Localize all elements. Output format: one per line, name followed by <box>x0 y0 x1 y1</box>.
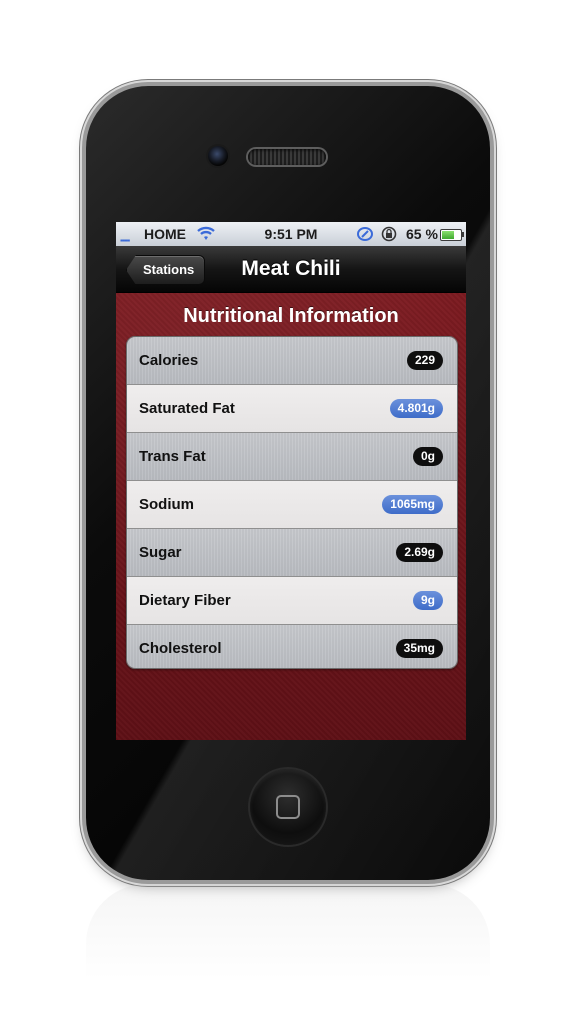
battery-icon <box>440 229 462 241</box>
row-label: Cholesterol <box>139 640 222 657</box>
table-row: Calories 229 <box>127 337 457 385</box>
row-label: Trans Fat <box>139 448 206 465</box>
carrier-name: HOME <box>144 226 186 242</box>
content-area: Nutritional Information Calories 229 Sat… <box>116 293 466 740</box>
table-row: Sugar 2.69g <box>127 529 457 577</box>
status-bar: ▪▪▪▪▪ HOME 9:51 PM 65 % <box>116 222 466 246</box>
table-row: Saturated Fat 4.801g <box>127 385 457 433</box>
home-button[interactable] <box>250 769 326 845</box>
phone-reflection <box>86 884 490 1004</box>
wifi-icon <box>196 224 216 245</box>
section-title: Nutritional Information <box>183 305 399 327</box>
value-badge: 229 <box>406 351 443 370</box>
nutrition-table: Calories 229 Saturated Fat 4.801g Trans … <box>126 336 458 669</box>
battery-percent: 65 % <box>406 226 438 242</box>
value-badge: 1065mg <box>382 495 443 514</box>
home-square-icon <box>276 795 300 819</box>
table-row: Cholesterol 35mg <box>127 625 457 668</box>
screenshot-stage: ▪▪▪▪▪ HOME 9:51 PM 65 % Stations Meat Ch… <box>0 0 576 1022</box>
value-badge: 35mg <box>395 639 443 658</box>
page-title: Meat Chili <box>241 257 341 280</box>
battery-fill <box>442 231 454 239</box>
table-row: Trans Fat 0g <box>127 433 457 481</box>
value-badge: 4.801g <box>389 399 443 418</box>
navigation-bar: Stations Meat Chili <box>116 246 466 293</box>
front-camera-icon <box>208 146 228 166</box>
sync-icon <box>356 226 374 245</box>
value-badge: 2.69g <box>396 543 443 562</box>
row-label: Calories <box>139 352 199 369</box>
table-row: Sodium 1065mg <box>127 481 457 529</box>
value-badge: 0g <box>412 447 443 466</box>
phone-screen: ▪▪▪▪▪ HOME 9:51 PM 65 % Stations Meat Ch… <box>116 222 466 740</box>
battery-tip <box>462 232 464 237</box>
status-time: 9:51 PM <box>264 226 318 242</box>
row-label: Sugar <box>139 544 182 561</box>
orientation-lock-icon <box>380 226 398 245</box>
back-button-stations[interactable]: Stations <box>126 255 206 285</box>
row-label: Dietary Fiber <box>139 592 231 609</box>
row-label: Sodium <box>139 496 194 513</box>
signal-bars-icon: ▪▪▪▪▪ <box>120 236 130 245</box>
earpiece-speaker <box>248 149 326 165</box>
table-row: Dietary Fiber 9g <box>127 577 457 625</box>
value-badge: 9g <box>412 591 443 610</box>
row-label: Saturated Fat <box>139 400 235 417</box>
